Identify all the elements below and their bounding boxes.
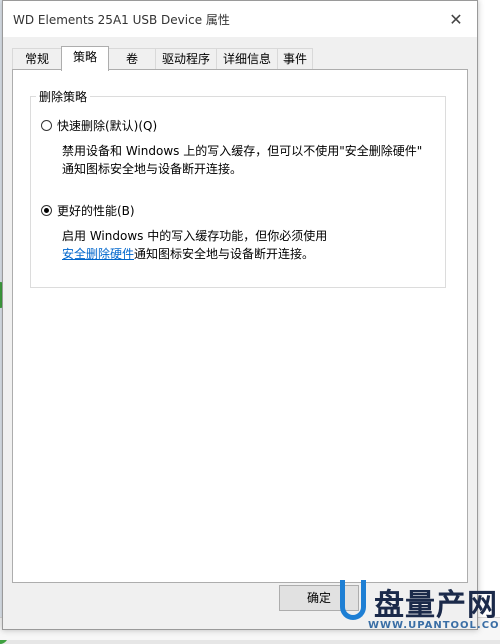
watermark-brand: 盘量产网	[374, 588, 498, 623]
tab-driver[interactable]: 驱动程序	[155, 48, 217, 70]
safely-remove-hardware-link[interactable]: 安全删除硬件	[62, 247, 134, 261]
title-bar: WD Elements 25A1 USB Device 属性 ✕	[3, 1, 477, 37]
watermark-url: WWW.UPANTOOL.COM	[368, 620, 500, 631]
better-performance-desc-line1: 启用 Windows 中的写入缓存功能，但你必须使用	[62, 229, 328, 243]
quick-removal-desc-line1: 禁用设备和 Windows 上的写入缓存，但可以不使用"安全删除硬件"	[62, 144, 423, 158]
better-performance-desc-line2: 安全删除硬件通知图标安全地与设备断开连接。	[62, 245, 327, 263]
watermark-u-icon	[340, 580, 366, 620]
removal-policy-group: 删除策略 快速删除(默认)(Q) 禁用设备和 Windows 上的写入缓存，但可…	[30, 88, 446, 288]
better-performance-desc-line2-rest: 通知图标安全地与设备断开连接。	[134, 247, 315, 261]
tab-policies[interactable]: 策略	[61, 46, 109, 71]
better-performance-description: 启用 Windows 中的写入缓存功能，但你必须使用 安全删除硬件通知图标安全地…	[62, 227, 327, 263]
tab-strip: 常规 策略 卷 驱动程序 详细信息 事件	[12, 46, 313, 71]
quick-removal-label: 快速删除(默认)(Q)	[57, 119, 158, 133]
group-title: 删除策略	[36, 88, 91, 105]
better-performance-option[interactable]: 更好的性能(B)	[41, 202, 135, 219]
close-icon[interactable]: ✕	[445, 9, 467, 31]
quick-removal-radio[interactable]	[41, 120, 52, 131]
quick-removal-option[interactable]: 快速删除(默认)(Q)	[41, 117, 157, 134]
tab-page-policies: 删除策略 快速删除(默认)(Q) 禁用设备和 Windows 上的写入缓存，但可…	[12, 69, 468, 583]
watermark-logo: 盘量产网 WWW.UPANTOOL.COM	[328, 578, 500, 636]
tab-events[interactable]: 事件	[277, 48, 313, 70]
better-performance-radio[interactable]	[41, 205, 52, 216]
tab-general[interactable]: 常规	[12, 48, 62, 70]
quick-removal-desc-line2: 通知图标安全地与设备断开连接。	[62, 162, 243, 176]
better-performance-label: 更好的性能(B)	[57, 204, 135, 218]
properties-dialog: WD Elements 25A1 USB Device 属性 ✕ 常规 策略 卷…	[2, 0, 478, 630]
tab-volumes[interactable]: 卷	[108, 48, 156, 70]
quick-removal-description: 禁用设备和 Windows 上的写入缓存，但可以不使用"安全删除硬件" 通知图标…	[62, 142, 422, 178]
tab-details[interactable]: 详细信息	[216, 48, 278, 70]
window-title: WD Elements 25A1 USB Device 属性	[13, 13, 230, 27]
